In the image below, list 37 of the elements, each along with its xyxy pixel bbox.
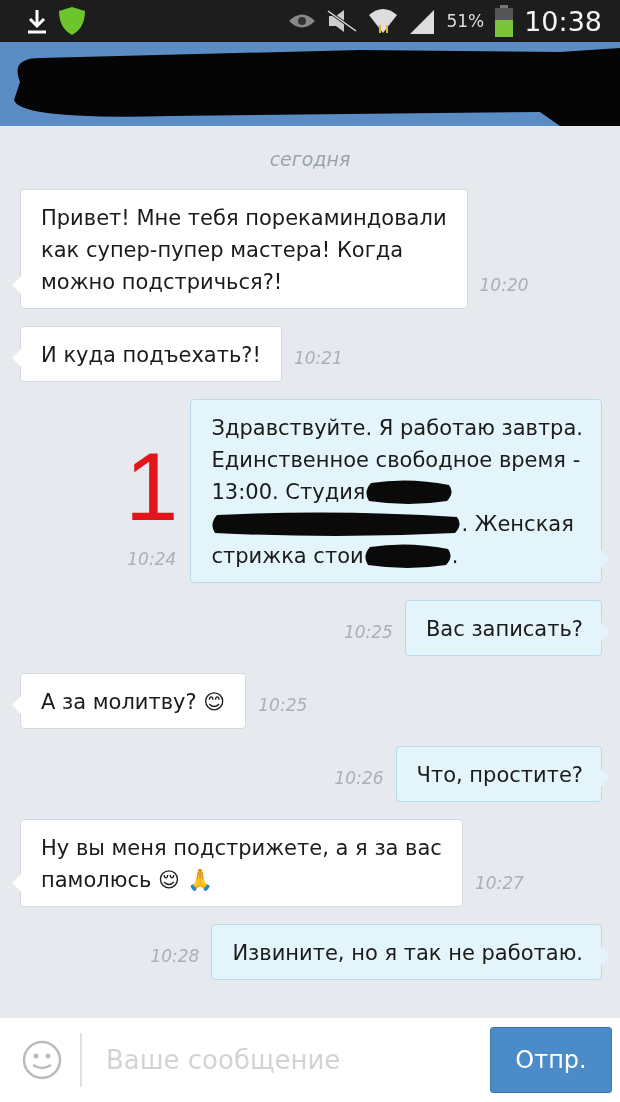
smiley-icon[interactable] [22,1040,62,1080]
message-time: 10:24 [127,549,177,569]
download-icon [26,8,48,34]
message-time: 10:25 [343,622,393,642]
message-text: А за молитву? 😊 [41,689,226,716]
message-text: как супер-пупер мастера! Когда [41,237,404,264]
message-time: 10:26 [334,768,384,788]
annotation-number: 1 [125,439,179,535]
clock: 10:38 [524,5,602,37]
wifi-icon [368,7,399,35]
shield-icon [58,6,86,36]
message-time: 10:25 [258,695,308,715]
date-divider: сегодня [269,148,351,170]
message-time: 10:28 [150,946,200,966]
message-text: памолюсь 😌 🙏 [41,867,213,894]
muted-speaker-icon [326,9,359,33]
eye-icon [288,12,317,30]
message-text: . [451,543,459,570]
message-text: Единственное свободное время - [211,447,581,474]
message-text: Здравствуйте. Я работаю завтра. [211,415,583,442]
message-text: Ну вы меня подстрижете, а я за вас [41,835,442,862]
message-time: 10:20 [479,275,529,295]
message-text: 13:00. Студия [211,479,366,506]
message-time: 10:27 [474,873,524,893]
battery-icon [494,5,515,37]
message-text: Извините, но я так не работаю. [232,940,583,967]
message-text: стрижка стои [211,543,364,570]
signal-icon [408,8,437,34]
message-text: И куда подъехать?! [41,342,261,369]
battery-percent: 51% [446,11,485,31]
message-text: Привет! Мне тебя порекаминдовали [41,205,447,232]
message-time: 10:21 [293,348,343,368]
message-text: . Женская [461,511,574,538]
message-text: Что, простите? [416,762,583,789]
message-text: Вас записать? [425,616,583,643]
send-button[interactable]: Отпр. [490,1027,612,1093]
message-text: можно подстричься?! [41,269,283,296]
